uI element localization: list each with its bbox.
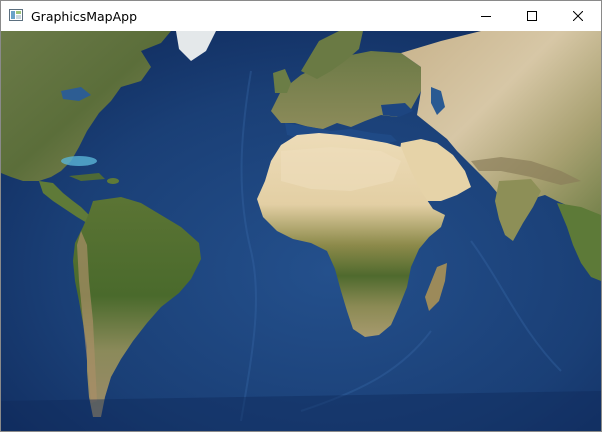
app-window-icon [9, 9, 23, 21]
window-title: GraphicsMapApp [31, 9, 137, 24]
map-view[interactable] [1, 31, 601, 431]
app-window: GraphicsMapApp [0, 0, 602, 432]
minimize-icon [481, 16, 491, 17]
minimize-button[interactable] [463, 1, 509, 31]
world-map[interactable] [1, 31, 601, 431]
close-button[interactable] [555, 1, 601, 31]
close-icon [573, 11, 583, 21]
title-bar[interactable]: GraphicsMapApp [1, 1, 601, 31]
maximize-button[interactable] [509, 1, 555, 31]
maximize-icon [527, 11, 537, 21]
